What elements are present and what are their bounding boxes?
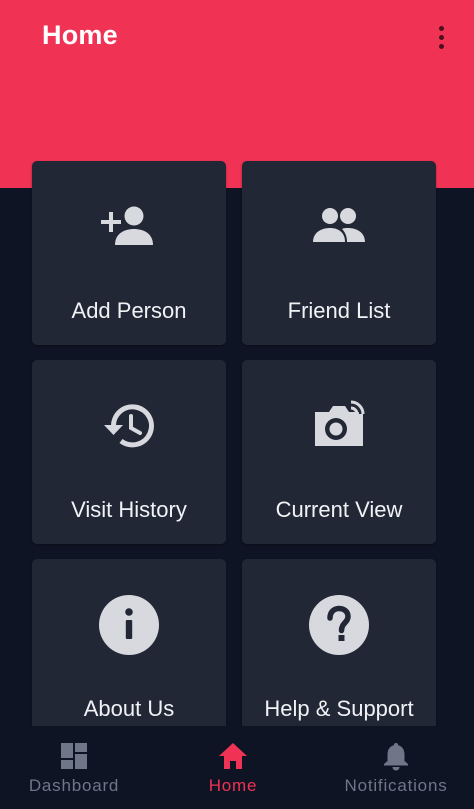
group-icon xyxy=(242,195,436,259)
tile-friend-list[interactable]: Friend List xyxy=(242,161,436,345)
camera-icon xyxy=(242,394,436,458)
nav-item-dashboard[interactable]: Dashboard xyxy=(0,726,148,809)
tile-visit-history[interactable]: Visit History xyxy=(32,360,226,544)
tile-about-us[interactable]: About Us xyxy=(32,559,226,726)
info-icon xyxy=(32,593,226,657)
help-icon xyxy=(242,593,436,657)
home-icon xyxy=(217,740,249,772)
tile-label: About Us xyxy=(83,696,175,721)
person-add-icon xyxy=(32,195,226,259)
tile-label: Friend List xyxy=(287,298,391,323)
tile-help-support[interactable]: Help & Support xyxy=(242,559,436,726)
nav-label-notifications: Notifications xyxy=(344,776,448,795)
bell-icon xyxy=(380,740,412,772)
tile-grid[interactable]: Add Person Friend List Visit History Cur… xyxy=(0,0,474,726)
nav-label-dashboard: Dashboard xyxy=(28,776,120,795)
nav-item-home[interactable]: Home xyxy=(148,726,318,809)
dashboard-icon xyxy=(58,740,90,772)
tile-label: Visit History xyxy=(71,497,187,522)
bottom-navigation: Dashboard Home Notifications xyxy=(0,726,474,809)
nav-label-home: Home xyxy=(208,776,258,795)
tile-label: Help & Support xyxy=(264,696,414,721)
history-icon xyxy=(32,394,226,458)
tile-label: Current View xyxy=(275,497,403,522)
nav-item-notifications[interactable]: Notifications xyxy=(318,726,474,809)
tile-add-person[interactable]: Add Person xyxy=(32,161,226,345)
tile-label: Add Person xyxy=(71,298,187,323)
tile-current-view[interactable]: Current View xyxy=(242,360,436,544)
